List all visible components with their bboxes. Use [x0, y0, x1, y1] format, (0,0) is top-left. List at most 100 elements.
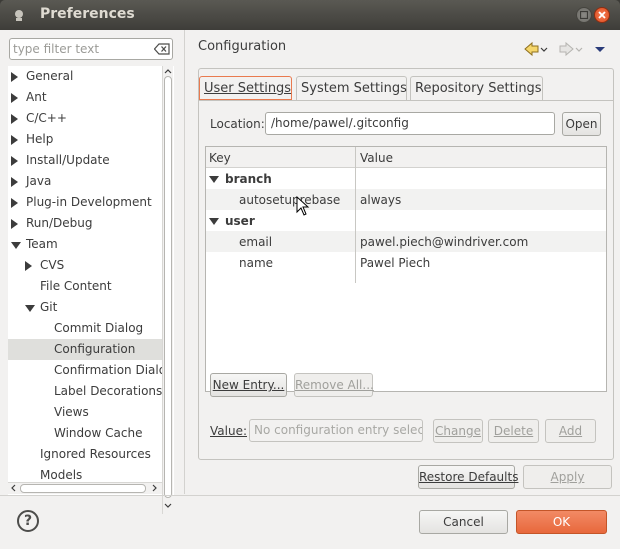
tree-item[interactable]: File Content: [8, 276, 162, 297]
tree-item-label: Views: [54, 405, 89, 419]
tree-item-label: Install/Update: [26, 153, 110, 167]
tree-item-label: Models: [40, 468, 83, 482]
collapsed-triangle-icon[interactable]: [11, 219, 18, 229]
tree-item-label: Git: [40, 300, 58, 314]
add-button[interactable]: Add: [545, 419, 596, 443]
scroll-right-icon[interactable]: [151, 483, 159, 493]
tree-item-label: Java: [26, 174, 52, 188]
collapsed-triangle-icon[interactable]: [25, 261, 32, 271]
tree-item-label: CVS: [40, 258, 65, 272]
collapsed-triangle-icon[interactable]: [11, 198, 18, 208]
value-field[interactable]: No configuration entry selected: [249, 419, 423, 442]
title-bar: Preferences: [0, 0, 620, 30]
filter-box: [9, 38, 173, 60]
config-table: Key Value branch autosetuprebase always use…: [205, 146, 607, 392]
table-row[interactable]: name Pawel Piech: [206, 252, 606, 273]
tab-divider: [199, 100, 613, 101]
collapsed-triangle-icon[interactable]: [11, 156, 18, 166]
collapsed-triangle-icon[interactable]: [11, 72, 18, 82]
expanded-triangle-icon[interactable]: [209, 218, 219, 225]
tree-item[interactable]: Views: [8, 402, 162, 423]
expanded-triangle-icon[interactable]: [25, 305, 35, 312]
scroll-up-icon[interactable]: [163, 67, 173, 75]
maximize-button[interactable]: [576, 7, 592, 23]
open-button[interactable]: Open: [562, 112, 601, 136]
app-icon: [15, 10, 23, 21]
ok-button[interactable]: OK: [516, 510, 607, 534]
collapsed-triangle-icon[interactable]: [11, 177, 18, 187]
tree-item-label: Plug-in Development: [26, 195, 152, 209]
delete-button[interactable]: Delete: [488, 419, 539, 443]
pane-splitter[interactable]: [184, 30, 185, 494]
tree-item-label: Confirmation Dialogs: [54, 363, 174, 377]
tree-item-label: File Content: [40, 279, 112, 293]
tree-item[interactable]: General: [8, 66, 162, 87]
tree-item[interactable]: C/C++: [8, 108, 162, 129]
collapsed-triangle-icon[interactable]: [11, 114, 18, 124]
scroll-left-icon[interactable]: [9, 483, 17, 493]
tab-repository-settings[interactable]: Repository Settings: [410, 76, 543, 100]
tree-item-label: Help: [26, 132, 54, 146]
scroll-down-icon[interactable]: [163, 502, 173, 510]
tree-item[interactable]: Confirmation Dialogs: [8, 360, 174, 381]
tree-item-label: Label Decorations: [54, 384, 163, 398]
maximize-icon: [580, 11, 588, 19]
collapsed-triangle-icon[interactable]: [11, 93, 18, 103]
tree-item[interactable]: Plug-in Development: [8, 192, 162, 213]
section-row[interactable]: branch: [206, 168, 606, 189]
window-title: Preferences: [40, 6, 135, 22]
table-row[interactable]: autosetuprebase always: [206, 189, 606, 210]
close-button[interactable]: [594, 7, 610, 23]
change-button[interactable]: Change: [433, 419, 483, 443]
tree-item[interactable]: Install/Update: [8, 150, 162, 171]
expanded-triangle-icon[interactable]: [11, 242, 21, 249]
tree-item[interactable]: Git: [8, 297, 162, 318]
tree-item-label: General: [26, 69, 74, 83]
apply-button[interactable]: Apply: [523, 465, 612, 489]
page-title: Configuration: [198, 39, 287, 54]
tree-item[interactable]: Label Decorations: [8, 381, 162, 402]
tree-vertical-scrollbar[interactable]: [162, 66, 173, 514]
remove-all-button[interactable]: Remove All...: [294, 373, 374, 397]
back-arrow-icon[interactable]: [524, 41, 548, 57]
tree-item[interactable]: Configuration: [8, 339, 162, 360]
footer-separator: [0, 495, 620, 496]
help-button[interactable]: ?: [17, 510, 39, 532]
tree-item[interactable]: CVS: [8, 255, 162, 276]
column-divider: [355, 147, 356, 283]
key-column-header[interactable]: Key: [209, 151, 231, 165]
tree-horizontal-scrollbar[interactable]: [8, 482, 162, 494]
key-cell: email: [239, 235, 273, 249]
key-cell: user: [225, 214, 255, 228]
filter-input[interactable]: [13, 41, 148, 57]
key-cell: name: [239, 256, 274, 270]
value-cell: Pawel Piech: [360, 256, 431, 270]
tree-item[interactable]: Ant: [8, 87, 162, 108]
tree-item[interactable]: Commit Dialog: [8, 318, 162, 339]
forward-arrow-icon[interactable]: [559, 41, 583, 57]
tree-item[interactable]: Ignored Resources: [8, 444, 162, 465]
tree-item-label: Configuration: [54, 342, 136, 356]
tree-item[interactable]: Window Cache: [8, 423, 162, 444]
tree-item[interactable]: Help: [8, 129, 162, 150]
section-row[interactable]: user: [206, 210, 606, 231]
location-field[interactable]: /home/pawel/.gitconfig: [265, 112, 555, 135]
value-column-header[interactable]: Value: [360, 151, 393, 165]
tree-item[interactable]: Team: [8, 234, 162, 255]
tree-vertical-scroll-thumb[interactable]: [164, 76, 172, 498]
expanded-triangle-icon[interactable]: [209, 176, 219, 183]
collapsed-triangle-icon[interactable]: [11, 135, 18, 145]
tab-user-settings[interactable]: User Settings: [199, 76, 292, 100]
tree-item-label: Commit Dialog: [54, 321, 144, 335]
new-entry-button[interactable]: New Entry...: [210, 373, 287, 397]
tree-item-label: Run/Debug: [26, 216, 93, 230]
tree-item[interactable]: Java: [8, 171, 162, 192]
restore-defaults-button[interactable]: Restore Defaults: [418, 465, 518, 489]
tree-horizontal-scroll-thumb[interactable]: [20, 484, 146, 493]
table-row[interactable]: email pawel.piech@windriver.com: [206, 231, 606, 252]
cancel-button[interactable]: Cancel: [419, 510, 508, 534]
tab-system-settings[interactable]: System Settings: [296, 76, 407, 100]
view-menu-icon[interactable]: [595, 47, 605, 52]
tree-item[interactable]: Run/Debug: [8, 213, 162, 234]
clear-filter-icon[interactable]: [154, 43, 170, 55]
